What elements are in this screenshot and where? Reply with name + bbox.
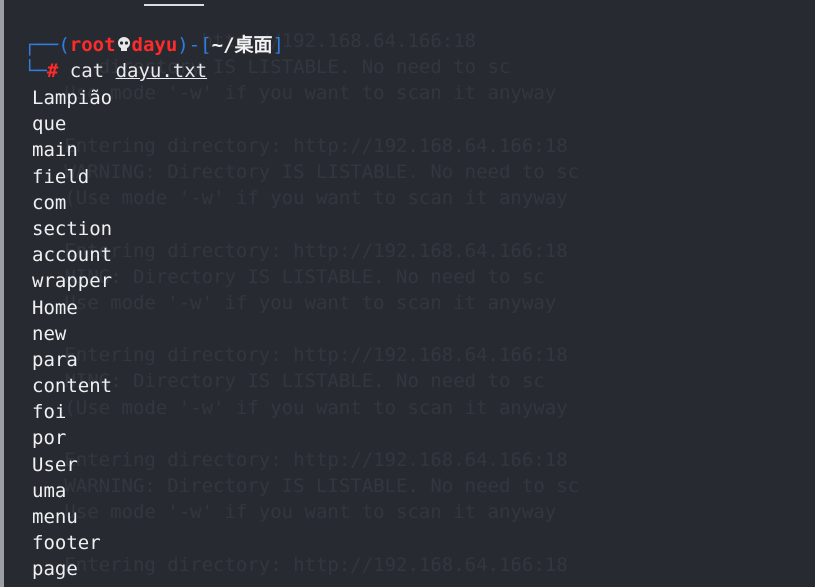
output-line: menu (32, 506, 78, 528)
prompt-path: ~/桌面 (211, 34, 273, 56)
output-line: com (32, 191, 67, 214)
command-output: Lampião que main field com section account wrap… (32, 85, 232, 583)
previous-output-underline (144, 0, 204, 6)
output-line: por (32, 427, 67, 450)
prompt-hash: # (46, 60, 59, 82)
prompt-corner-top: ┌──( (24, 34, 70, 56)
prompt-corner-bottom: └─ (24, 60, 47, 82)
output-line: footer (32, 532, 101, 555)
skull-icon (116, 34, 132, 56)
output-line: section (32, 217, 113, 240)
prompt-line-1: ┌──(root dayu)-[~/桌面] (24, 32, 284, 58)
output-line: page (32, 558, 78, 581)
prompt-user: root (69, 34, 116, 56)
output-line: foi (32, 401, 67, 424)
output-line: wrapper (32, 270, 113, 293)
command-text: cat (69, 60, 105, 82)
output-line: Home (32, 296, 78, 319)
terminal-window[interactable]: http://192.168.64.166:18 directory IS LI… (0, 0, 815, 587)
output-line: new (32, 322, 67, 345)
output-line: User (32, 453, 78, 476)
output-line: account (32, 244, 113, 267)
prompt-separator: )-[ (177, 34, 212, 56)
output-line: Lampião (32, 87, 113, 109)
output-line: main (32, 139, 78, 162)
output-line: para (32, 348, 78, 371)
prompt-host: dayu (131, 34, 178, 56)
prompt-line-2: └─# cat dayu.txt (24, 58, 207, 84)
output-line: content (32, 375, 113, 398)
output-line: field (32, 165, 90, 188)
window-border (0, 0, 4, 587)
prompt-close-bracket: ] (272, 34, 284, 56)
command-argument: dayu.txt (115, 60, 208, 82)
output-line: uma (32, 479, 67, 502)
output-line: que (32, 113, 67, 136)
